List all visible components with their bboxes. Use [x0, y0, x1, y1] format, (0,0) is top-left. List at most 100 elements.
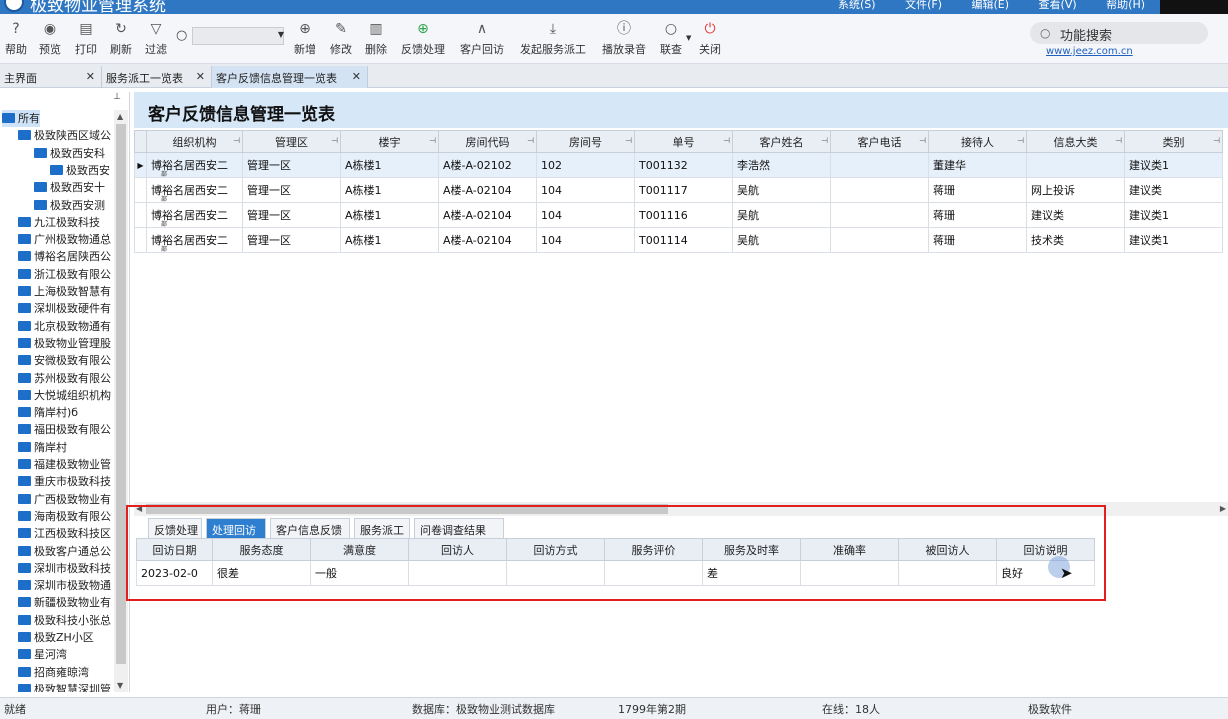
tree-item[interactable]: 大悦城组织机构: [18, 387, 111, 404]
column-header[interactable]: 楼宇 ⊣: [340, 130, 439, 153]
table-cell[interactable]: A楼-A-02102: [438, 152, 537, 178]
table-row[interactable]: ▶ 博裕名居西安二部管理一区 A栋楼1 A楼-A-02102 102 T001132 李浩然…: [134, 152, 1223, 178]
column-header[interactable]: 服务及时率: [702, 538, 801, 561]
delete-button[interactable]: ▥ 删除: [364, 20, 388, 62]
table-cell[interactable]: A楼-A-02104: [438, 227, 537, 253]
pin-icon[interactable]: ⊥: [113, 92, 121, 102]
search-input[interactable]: [192, 27, 284, 45]
table-row[interactable]: 博裕名居西安二部管理一区 A栋楼1 A楼-A-02104 104 T001117 吴航 蒋珊…: [134, 177, 1223, 203]
tab-service-dispatch-detail[interactable]: 服务派工: [354, 518, 410, 538]
table-cell[interactable]: 管理一区: [242, 152, 341, 178]
tree-item[interactable]: 极致物业管理股: [18, 335, 111, 352]
close-button[interactable]: ⏻ 关闭: [698, 20, 722, 62]
table-cell[interactable]: 吴航: [732, 202, 831, 228]
table-cell[interactable]: 2023-02-0: [136, 560, 213, 586]
preview-button[interactable]: ◉ 预览: [38, 20, 62, 62]
scroll-thumb[interactable]: [146, 504, 668, 514]
table-cell[interactable]: [800, 560, 899, 586]
table-row[interactable]: 2023-02-0 很差 一般 差 良好: [136, 560, 1095, 586]
tree-item[interactable]: 福田极致有限公: [18, 421, 111, 438]
column-pin-icon[interactable]: ⊣: [723, 136, 730, 145]
tab-feedback-handling[interactable]: 反馈处理: [148, 518, 202, 538]
tree-item[interactable]: 极致西安: [50, 162, 110, 179]
tab-customer-info-feedback[interactable]: 客户信息反馈: [270, 518, 350, 538]
tab-survey-results[interactable]: 问卷调查结果: [414, 518, 504, 538]
column-header[interactable]: 回访人: [408, 538, 507, 561]
column-pin-icon[interactable]: ⊣: [1017, 136, 1024, 145]
close-icon[interactable]: ✕: [86, 70, 95, 83]
column-header[interactable]: 满意度: [310, 538, 409, 561]
table-cell[interactable]: T001116: [634, 202, 733, 228]
scroll-up-icon[interactable]: ▲: [117, 112, 123, 121]
table-cell[interactable]: 网上投诉: [1026, 177, 1125, 203]
table-row[interactable]: 博裕名居西安二部管理一区 A栋楼1 A楼-A-02104 104 T001116 吴航 蒋珊…: [134, 202, 1223, 228]
table-cell[interactable]: 博裕名居西安二部: [146, 177, 243, 203]
tree-item[interactable]: 深圳极致硬件有: [18, 300, 111, 317]
tree-item[interactable]: 重庆市极致科技: [18, 473, 111, 490]
table-cell[interactable]: 蒋珊: [928, 202, 1027, 228]
table-cell[interactable]: [830, 177, 929, 203]
horizontal-scrollbar[interactable]: ◀ ▶: [134, 502, 1228, 516]
revisit-button[interactable]: ∧ 客户回访: [459, 20, 505, 62]
column-header[interactable]: 回访方式: [506, 538, 605, 561]
table-cell[interactable]: 102: [536, 152, 635, 178]
tree-item[interactable]: 隋岸村)б: [18, 404, 78, 421]
table-cell[interactable]: A栋楼1: [340, 202, 439, 228]
chevron-down-icon[interactable]: ▼: [278, 30, 284, 39]
menu-help[interactable]: 帮助(H): [1106, 0, 1145, 11]
table-cell[interactable]: 良好: [996, 560, 1095, 586]
play-recording-button[interactable]: ⓘ 播放录音: [601, 20, 647, 62]
dispatch-button[interactable]: ⤓ 发起服务派工: [519, 20, 587, 62]
tree-scrollbar[interactable]: ▲ ▼: [114, 110, 128, 692]
edit-button[interactable]: ✎ 修改: [329, 20, 353, 62]
tree-item[interactable]: 极致西安测: [34, 197, 105, 214]
table-cell[interactable]: 博裕名居西安二部: [146, 202, 243, 228]
table-cell[interactable]: 104: [536, 177, 635, 203]
column-pin-icon[interactable]: ⊣: [1115, 136, 1122, 145]
column-pin-icon[interactable]: ⊣: [919, 136, 926, 145]
table-cell[interactable]: 董建华: [928, 152, 1027, 178]
table-cell[interactable]: T001132: [634, 152, 733, 178]
column-header[interactable]: 客户姓名 ⊣: [732, 130, 831, 153]
filter-button[interactable]: ▽ 过滤: [144, 20, 168, 62]
column-header[interactable]: 管理区 ⊣: [242, 130, 341, 153]
column-pin-icon[interactable]: ⊣: [1213, 136, 1220, 145]
quick-search[interactable]: ○ ▼: [176, 26, 286, 46]
menu-view[interactable]: 查看(V): [1039, 0, 1077, 11]
table-cell[interactable]: 建议类1: [1124, 202, 1223, 228]
table-cell[interactable]: [604, 560, 703, 586]
table-cell[interactable]: 技术类: [1026, 227, 1125, 253]
table-cell[interactable]: 建议类: [1124, 177, 1223, 203]
tree-item[interactable]: 广西极致物业有: [18, 491, 111, 508]
website-link[interactable]: www.jeez.com.cn: [1046, 46, 1133, 57]
tab-handling-revisit[interactable]: 处理回访: [206, 518, 266, 538]
tree-item[interactable]: 招商雍晾湾: [18, 664, 89, 681]
table-cell[interactable]: 博裕名居西安二部: [146, 227, 243, 253]
tree-item[interactable]: 深圳市极致科技: [18, 560, 111, 577]
table-cell[interactable]: 很差: [212, 560, 311, 586]
column-pin-icon[interactable]: ⊣: [527, 136, 534, 145]
tree-item[interactable]: 星河湾: [18, 646, 67, 663]
scroll-left-icon[interactable]: ◀: [136, 504, 142, 513]
table-cell[interactable]: 蒋珊: [928, 177, 1027, 203]
table-cell[interactable]: [830, 227, 929, 253]
column-header[interactable]: 接待人 ⊣: [928, 130, 1027, 153]
column-header[interactable]: 准确率: [800, 538, 899, 561]
menu-file[interactable]: 文件(F): [905, 0, 942, 11]
table-cell[interactable]: [830, 202, 929, 228]
table-cell[interactable]: 李浩然: [732, 152, 831, 178]
column-header[interactable]: 服务态度: [212, 538, 311, 561]
column-pin-icon[interactable]: ⊣: [233, 136, 240, 145]
tab-service-dispatch[interactable]: 服务派工一览表 ✕: [102, 66, 212, 88]
table-cell[interactable]: 管理一区: [242, 202, 341, 228]
add-button[interactable]: ⊕ 新增: [293, 20, 317, 62]
table-cell[interactable]: 吴航: [732, 177, 831, 203]
menu-system[interactable]: 系统(S): [838, 0, 876, 11]
close-icon[interactable]: ✕: [196, 70, 205, 83]
table-row[interactable]: 博裕名居西安二部管理一区 A栋楼1 A楼-A-02104 104 T001114 吴航 蒋珊…: [134, 227, 1223, 253]
table-cell[interactable]: 管理一区: [242, 227, 341, 253]
tree-item[interactable]: 浙江极致有限公: [18, 266, 111, 283]
table-cell[interactable]: A楼-A-02104: [438, 177, 537, 203]
table-cell[interactable]: 博裕名居西安二部: [146, 152, 243, 178]
table-cell[interactable]: [830, 152, 929, 178]
